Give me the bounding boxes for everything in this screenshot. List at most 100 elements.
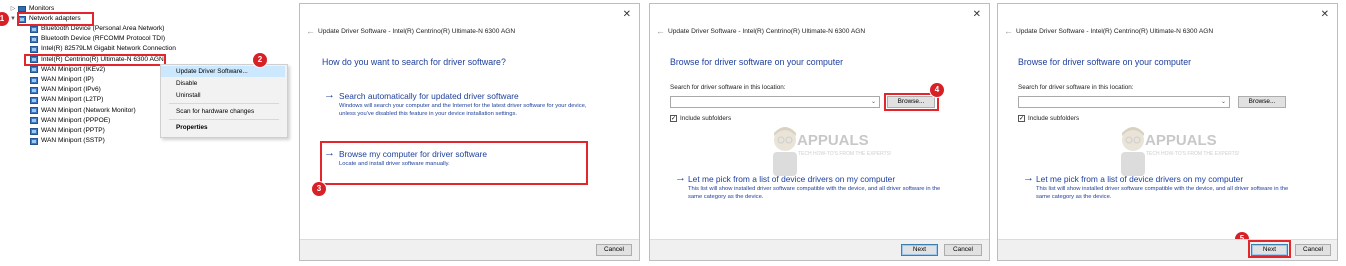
network-adapter-icon bbox=[30, 35, 38, 43]
device-label: WAN Miniport (Network Monitor) bbox=[41, 106, 136, 114]
annotation-box-network-adapters bbox=[17, 12, 94, 26]
device-list-item[interactable]: WAN Miniport (PPTP) bbox=[30, 126, 105, 136]
device-list-item[interactable]: Intel(R) 82579LM Gigabit Network Connect… bbox=[30, 44, 176, 54]
back-arrow-icon[interactable]: ← bbox=[1004, 26, 1013, 36]
dialog-footer: Next Cancel bbox=[650, 239, 989, 260]
watermark-brand: APPUALS bbox=[1145, 132, 1217, 149]
driver-path-input[interactable]: ⌄ bbox=[1018, 96, 1230, 108]
watermark-brand: APPUALS bbox=[797, 132, 869, 149]
appuals-watermark: APPUALS TECH HOW-TO'S FROM THE EXPERTS! bbox=[765, 124, 891, 179]
option-pick-from-list-desc: This list will show installed driver sof… bbox=[688, 186, 941, 200]
device-label: WAN Miniport (IPv6) bbox=[41, 86, 101, 94]
device-label: WAN Miniport (SSTP) bbox=[41, 137, 105, 145]
option-search-automatically-desc: Windows will search your computer and th… bbox=[339, 103, 587, 117]
watermark-tagline: TECH HOW-TO'S FROM THE EXPERTS! bbox=[798, 151, 892, 157]
close-icon[interactable]: ✕ bbox=[973, 9, 981, 20]
include-subfolders-checkbox[interactable]: ✓ bbox=[670, 115, 677, 122]
step-badge-2: 2 bbox=[253, 53, 267, 67]
option-pick-from-list[interactable]: Let me pick from a list of device driver… bbox=[688, 174, 895, 184]
option-pick-from-list[interactable]: Let me pick from a list of device driver… bbox=[1036, 174, 1243, 184]
device-list-item[interactable]: WAN Miniport (SSTP) bbox=[30, 136, 105, 146]
menu-item-update-driver[interactable]: Update Driver Software... bbox=[161, 66, 285, 77]
arrow-right-icon: → bbox=[324, 89, 335, 101]
device-label: WAN Miniport (IP) bbox=[41, 76, 94, 83]
dialog-heading: Browse for driver software on your compu… bbox=[670, 57, 844, 67]
arrow-right-icon: → bbox=[1023, 172, 1034, 184]
network-adapter-icon bbox=[30, 76, 38, 84]
device-list-item[interactable]: Bluetooth Device (RFCOMM Protocol TDI) bbox=[30, 34, 165, 44]
next-button[interactable]: Next bbox=[901, 244, 938, 256]
dialog-title: Update Driver Software - Intel(R) Centri… bbox=[318, 28, 516, 35]
network-adapter-icon bbox=[30, 127, 38, 135]
device-label: WAN Miniport (L2TP) bbox=[41, 96, 104, 104]
step-badge-3: 3 bbox=[312, 182, 326, 196]
dialog-heading: How do you want to search for driver sof… bbox=[322, 57, 506, 67]
annotation-box-centrino bbox=[24, 54, 166, 66]
network-adapter-icon bbox=[30, 45, 38, 53]
menu-item-uninstall[interactable]: Uninstall bbox=[161, 90, 285, 101]
back-arrow-icon[interactable]: ← bbox=[656, 26, 665, 36]
device-list-item[interactable]: WAN Miniport (PPPOE) bbox=[30, 116, 110, 126]
context-menu: Update Driver Software... Disable Uninst… bbox=[160, 64, 288, 138]
network-adapter-icon bbox=[30, 107, 38, 115]
device-list-item[interactable]: WAN Miniport (IKEv2) bbox=[30, 65, 105, 75]
device-label: Intel(R) 82579LM Gigabit Network Connect… bbox=[41, 45, 176, 53]
step-badge-1: 1 bbox=[0, 12, 9, 26]
chevron-right-icon[interactable]: ▷ bbox=[10, 4, 16, 14]
network-adapter-icon bbox=[30, 86, 38, 94]
cancel-button[interactable]: Cancel bbox=[596, 244, 632, 256]
watermark-tagline: TECH HOW-TO'S FROM THE EXPERTS! bbox=[1146, 151, 1240, 157]
search-location-label: Search for driver software in this locat… bbox=[1018, 84, 1134, 91]
menu-item-properties[interactable]: Properties bbox=[161, 122, 285, 133]
back-arrow-icon[interactable]: ← bbox=[306, 26, 315, 36]
dialog-title: Update Driver Software - Intel(R) Centri… bbox=[1016, 28, 1214, 35]
network-adapter-icon bbox=[30, 25, 38, 33]
network-adapter-icon bbox=[30, 66, 38, 74]
device-list-item[interactable]: WAN Miniport (Network Monitor) bbox=[30, 106, 136, 116]
appuals-watermark: APPUALS TECH HOW-TO'S FROM THE EXPERTS! bbox=[1113, 124, 1239, 179]
option-browse-computer-desc: Locate and install driver software manua… bbox=[339, 161, 450, 167]
search-location-label: Search for driver software in this locat… bbox=[670, 84, 786, 91]
include-subfolders-label: Include subfolders bbox=[1028, 115, 1080, 122]
device-label: Bluetooth Device (RFCOMM Protocol TDI) bbox=[41, 35, 166, 43]
device-list-item[interactable]: WAN Miniport (IPv6) bbox=[30, 85, 101, 95]
close-icon[interactable]: ✕ bbox=[1321, 9, 1329, 20]
driver-path-input[interactable]: ⌄ bbox=[670, 96, 880, 108]
include-subfolders-label: Include subfolders bbox=[680, 115, 732, 122]
browse-button[interactable]: Browse... bbox=[1238, 96, 1286, 108]
arrow-right-icon: → bbox=[324, 147, 335, 159]
chevron-down-icon[interactable]: ▼ bbox=[10, 14, 16, 24]
option-search-automatically[interactable]: Search automatically for updated driver … bbox=[339, 91, 519, 101]
menu-item-scan[interactable]: Scan for hardware changes bbox=[161, 106, 285, 117]
device-manager-panel: ▷ Monitors ▼ Network adapters Bluetooth … bbox=[0, 0, 296, 266]
menu-separator bbox=[169, 103, 279, 104]
device-label: WAN Miniport (PPPOE) bbox=[41, 116, 111, 124]
update-driver-dialog-browse-next: ✕ ← Update Driver Software - Intel(R) Ce… bbox=[997, 3, 1338, 261]
step-badge-4: 4 bbox=[930, 83, 944, 97]
network-adapter-icon bbox=[30, 96, 38, 104]
dialog-footer: Cancel bbox=[300, 239, 639, 260]
update-driver-dialog-browse: ✕ ← Update Driver Software - Intel(R) Ce… bbox=[649, 3, 990, 261]
device-label: WAN Miniport (PPTP) bbox=[41, 127, 105, 134]
cancel-button[interactable]: Cancel bbox=[1295, 244, 1331, 256]
chevron-down-icon[interactable]: ⌄ bbox=[871, 98, 876, 105]
dialog-title: Update Driver Software - Intel(R) Centri… bbox=[668, 28, 866, 35]
annotation-box-next bbox=[1248, 240, 1291, 258]
cancel-button[interactable]: Cancel bbox=[944, 244, 982, 256]
update-driver-dialog-search-options: ✕ ← Update Driver Software - Intel(R) Ce… bbox=[299, 3, 640, 261]
network-adapter-icon bbox=[30, 137, 38, 145]
annotation-box-browse bbox=[884, 93, 939, 111]
menu-item-disable[interactable]: Disable bbox=[161, 78, 285, 89]
chevron-down-icon[interactable]: ⌄ bbox=[1221, 98, 1226, 105]
option-pick-from-list-desc: This list will show installed driver sof… bbox=[1036, 186, 1289, 200]
option-browse-computer[interactable]: Browse my computer for driver software bbox=[339, 149, 487, 159]
network-adapter-icon bbox=[30, 117, 38, 125]
device-label: WAN Miniport (IKEv2) bbox=[41, 65, 106, 73]
menu-separator bbox=[169, 119, 279, 120]
dialog-heading: Browse for driver software on your compu… bbox=[1018, 57, 1192, 67]
close-icon[interactable]: ✕ bbox=[623, 9, 631, 20]
device-list-item[interactable]: WAN Miniport (L2TP) bbox=[30, 95, 103, 105]
device-list-item[interactable]: WAN Miniport (IP) bbox=[30, 75, 94, 85]
include-subfolders-checkbox[interactable]: ✓ bbox=[1018, 115, 1025, 122]
arrow-right-icon: → bbox=[675, 172, 686, 184]
